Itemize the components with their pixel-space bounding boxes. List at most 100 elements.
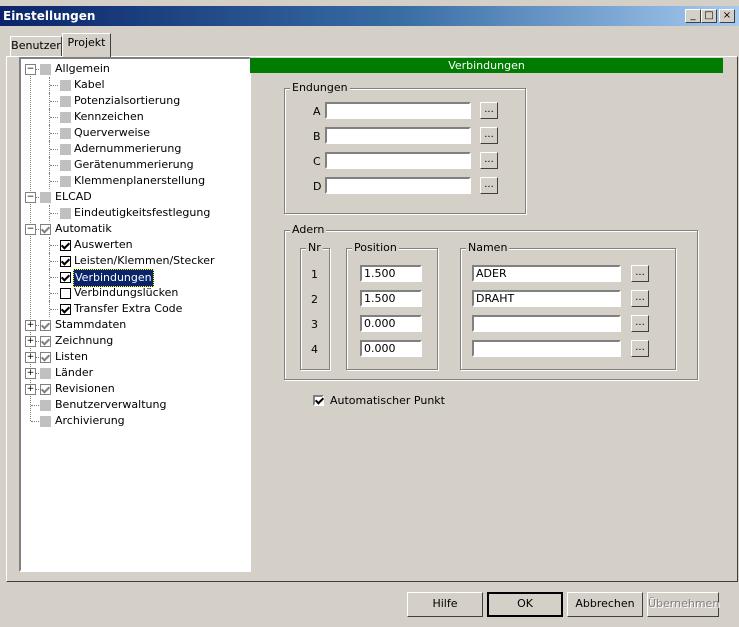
tree-node[interactable]: Verbindungslücken — [21, 285, 245, 301]
help-button[interactable]: Hilfe — [407, 592, 483, 617]
tree-checkbox[interactable] — [60, 112, 71, 123]
tree-expander-icon[interactable]: + — [25, 352, 36, 363]
tree-node[interactable]: Kennzeichen — [21, 109, 245, 125]
tree-checkbox[interactable] — [40, 352, 51, 363]
tree-node[interactable]: Potenzialsortierung — [21, 93, 245, 109]
tree-expander-icon[interactable]: + — [25, 320, 36, 331]
tree-item-label[interactable]: Querverweise — [73, 125, 151, 141]
tree-node[interactable]: Eindeutigkeitsfestlegung — [21, 205, 245, 221]
tree-expander-icon[interactable]: + — [25, 384, 36, 395]
endung-input[interactable] — [325, 102, 471, 119]
tree-node[interactable]: + Listen — [21, 349, 245, 365]
tree-item-label[interactable]: Potenzialsortierung — [73, 93, 181, 109]
tree-node[interactable]: Klemmenplanerstellung — [21, 173, 245, 189]
tree-node[interactable]: + Stammdaten — [21, 317, 245, 333]
tree-checkbox[interactable] — [60, 176, 71, 187]
tree-checkbox[interactable] — [40, 368, 51, 379]
tree-item-label[interactable]: Automatik — [54, 221, 113, 237]
ader-name-browse-button[interactable]: ... — [631, 290, 649, 307]
endung-input[interactable] — [325, 152, 471, 169]
tree-checkbox[interactable] — [40, 384, 51, 395]
ader-name-input[interactable] — [472, 340, 621, 357]
ader-name-browse-button[interactable]: ... — [631, 265, 649, 282]
endung-browse-button[interactable]: ... — [480, 102, 498, 119]
tree-checkbox[interactable] — [40, 224, 51, 235]
tree-checkbox[interactable] — [60, 144, 71, 155]
tree-checkbox[interactable] — [60, 256, 71, 267]
ader-position-input[interactable]: 0.000 — [360, 315, 422, 332]
tree-item-label[interactable]: Allgemein — [54, 61, 111, 77]
tree-node[interactable]: Kabel — [21, 77, 245, 93]
tree-item-label[interactable]: Klemmenplanerstellung — [73, 173, 206, 189]
tree-node[interactable]: Querverweise — [21, 125, 245, 141]
tree-checkbox[interactable] — [60, 80, 71, 91]
tree-checkbox[interactable] — [40, 400, 51, 411]
settings-tree[interactable]: − Allgemein Kabel Potenzialsortierung Kennze… — [19, 57, 251, 572]
tree-item-label[interactable]: Verbindungslücken — [73, 285, 179, 301]
endung-browse-button[interactable]: ... — [480, 177, 498, 194]
tree-item-label[interactable]: Kennzeichen — [73, 109, 145, 125]
tree-node[interactable]: Transfer Extra Code — [21, 301, 245, 317]
tree-node[interactable]: Gerätenummerierung — [21, 157, 245, 173]
tree-node[interactable]: − ELCAD — [21, 189, 245, 205]
cancel-button[interactable]: Abbrechen — [567, 592, 643, 617]
tree-node[interactable]: + Zeichnung — [21, 333, 245, 349]
tree-node[interactable]: + Revisionen — [21, 381, 245, 397]
tree-item-label[interactable]: Benutzerverwaltung — [54, 397, 167, 413]
close-button[interactable]: × — [719, 9, 735, 23]
tree-node[interactable]: Leisten/Klemmen/Stecker — [21, 253, 245, 269]
tree-checkbox[interactable] — [60, 160, 71, 171]
tree-expander-icon[interactable]: + — [25, 368, 36, 379]
tree-node[interactable]: Verbindungen — [21, 269, 245, 287]
tree-node[interactable]: Auswerten — [21, 237, 245, 253]
tree-checkbox[interactable] — [60, 288, 71, 299]
tree-node[interactable]: Benutzerverwaltung — [21, 397, 245, 413]
ader-name-input[interactable]: DRAHT — [472, 290, 621, 307]
tree-item-label[interactable]: Transfer Extra Code — [73, 301, 183, 317]
endung-input[interactable] — [325, 127, 471, 144]
tree-checkbox[interactable] — [60, 304, 71, 315]
tree-item-label[interactable]: Stammdaten — [54, 317, 127, 333]
endung-browse-button[interactable]: ... — [480, 152, 498, 169]
tree-checkbox[interactable] — [60, 96, 71, 107]
ader-name-input[interactable] — [472, 315, 621, 332]
tree-checkbox[interactable] — [60, 240, 71, 251]
ader-name-browse-button[interactable]: ... — [631, 315, 649, 332]
tree-item-label[interactable]: Gerätenummerierung — [73, 157, 195, 173]
apply-button[interactable]: Übernehmen — [647, 592, 719, 617]
tree-expander-icon[interactable]: + — [25, 336, 36, 347]
tree-node[interactable]: Archivierung — [21, 413, 245, 429]
tree-checkbox[interactable] — [40, 192, 51, 203]
tree-checkbox[interactable] — [60, 272, 71, 283]
tree-checkbox[interactable] — [60, 128, 71, 139]
ader-position-input[interactable]: 1.500 — [360, 290, 422, 307]
tree-node[interactable]: − Allgemein — [21, 61, 245, 77]
tree-expander-icon[interactable]: − — [25, 192, 36, 203]
ader-position-input[interactable]: 0.000 — [360, 340, 422, 357]
tree-checkbox[interactable] — [40, 64, 51, 75]
tree-node[interactable]: + Länder — [21, 365, 245, 381]
tree-checkbox[interactable] — [60, 208, 71, 219]
tree-item-label[interactable]: Eindeutigkeitsfestlegung — [73, 205, 211, 221]
tree-expander-icon[interactable]: − — [25, 64, 36, 75]
tab-benutzer[interactable]: Benutzer — [10, 36, 62, 57]
ader-name-input[interactable]: ADER — [472, 265, 621, 282]
tree-item-label[interactable]: Zeichnung — [54, 333, 114, 349]
minimize-button[interactable]: _ — [685, 9, 701, 23]
tree-item-label[interactable]: Archivierung — [54, 413, 126, 429]
tree-item-label[interactable]: Leisten/Klemmen/Stecker — [73, 253, 216, 269]
endung-browse-button[interactable]: ... — [480, 127, 498, 144]
tree-expander-icon[interactable]: − — [25, 224, 36, 235]
tab-projekt[interactable]: Projekt — [62, 33, 111, 57]
tree-item-label[interactable]: Revisionen — [54, 381, 116, 397]
tree-node[interactable]: Adernummerierung — [21, 141, 245, 157]
ok-button[interactable]: OK — [487, 592, 563, 617]
auto-punkt-checkbox[interactable] — [313, 395, 324, 406]
tree-item-label[interactable]: Listen — [54, 349, 89, 365]
endung-input[interactable] — [325, 177, 471, 194]
maximize-button[interactable]: □ — [701, 9, 717, 23]
tree-item-label[interactable]: Kabel — [73, 77, 106, 93]
tree-checkbox[interactable] — [40, 320, 51, 331]
ader-name-browse-button[interactable]: ... — [631, 340, 649, 357]
tree-checkbox[interactable] — [40, 336, 51, 347]
